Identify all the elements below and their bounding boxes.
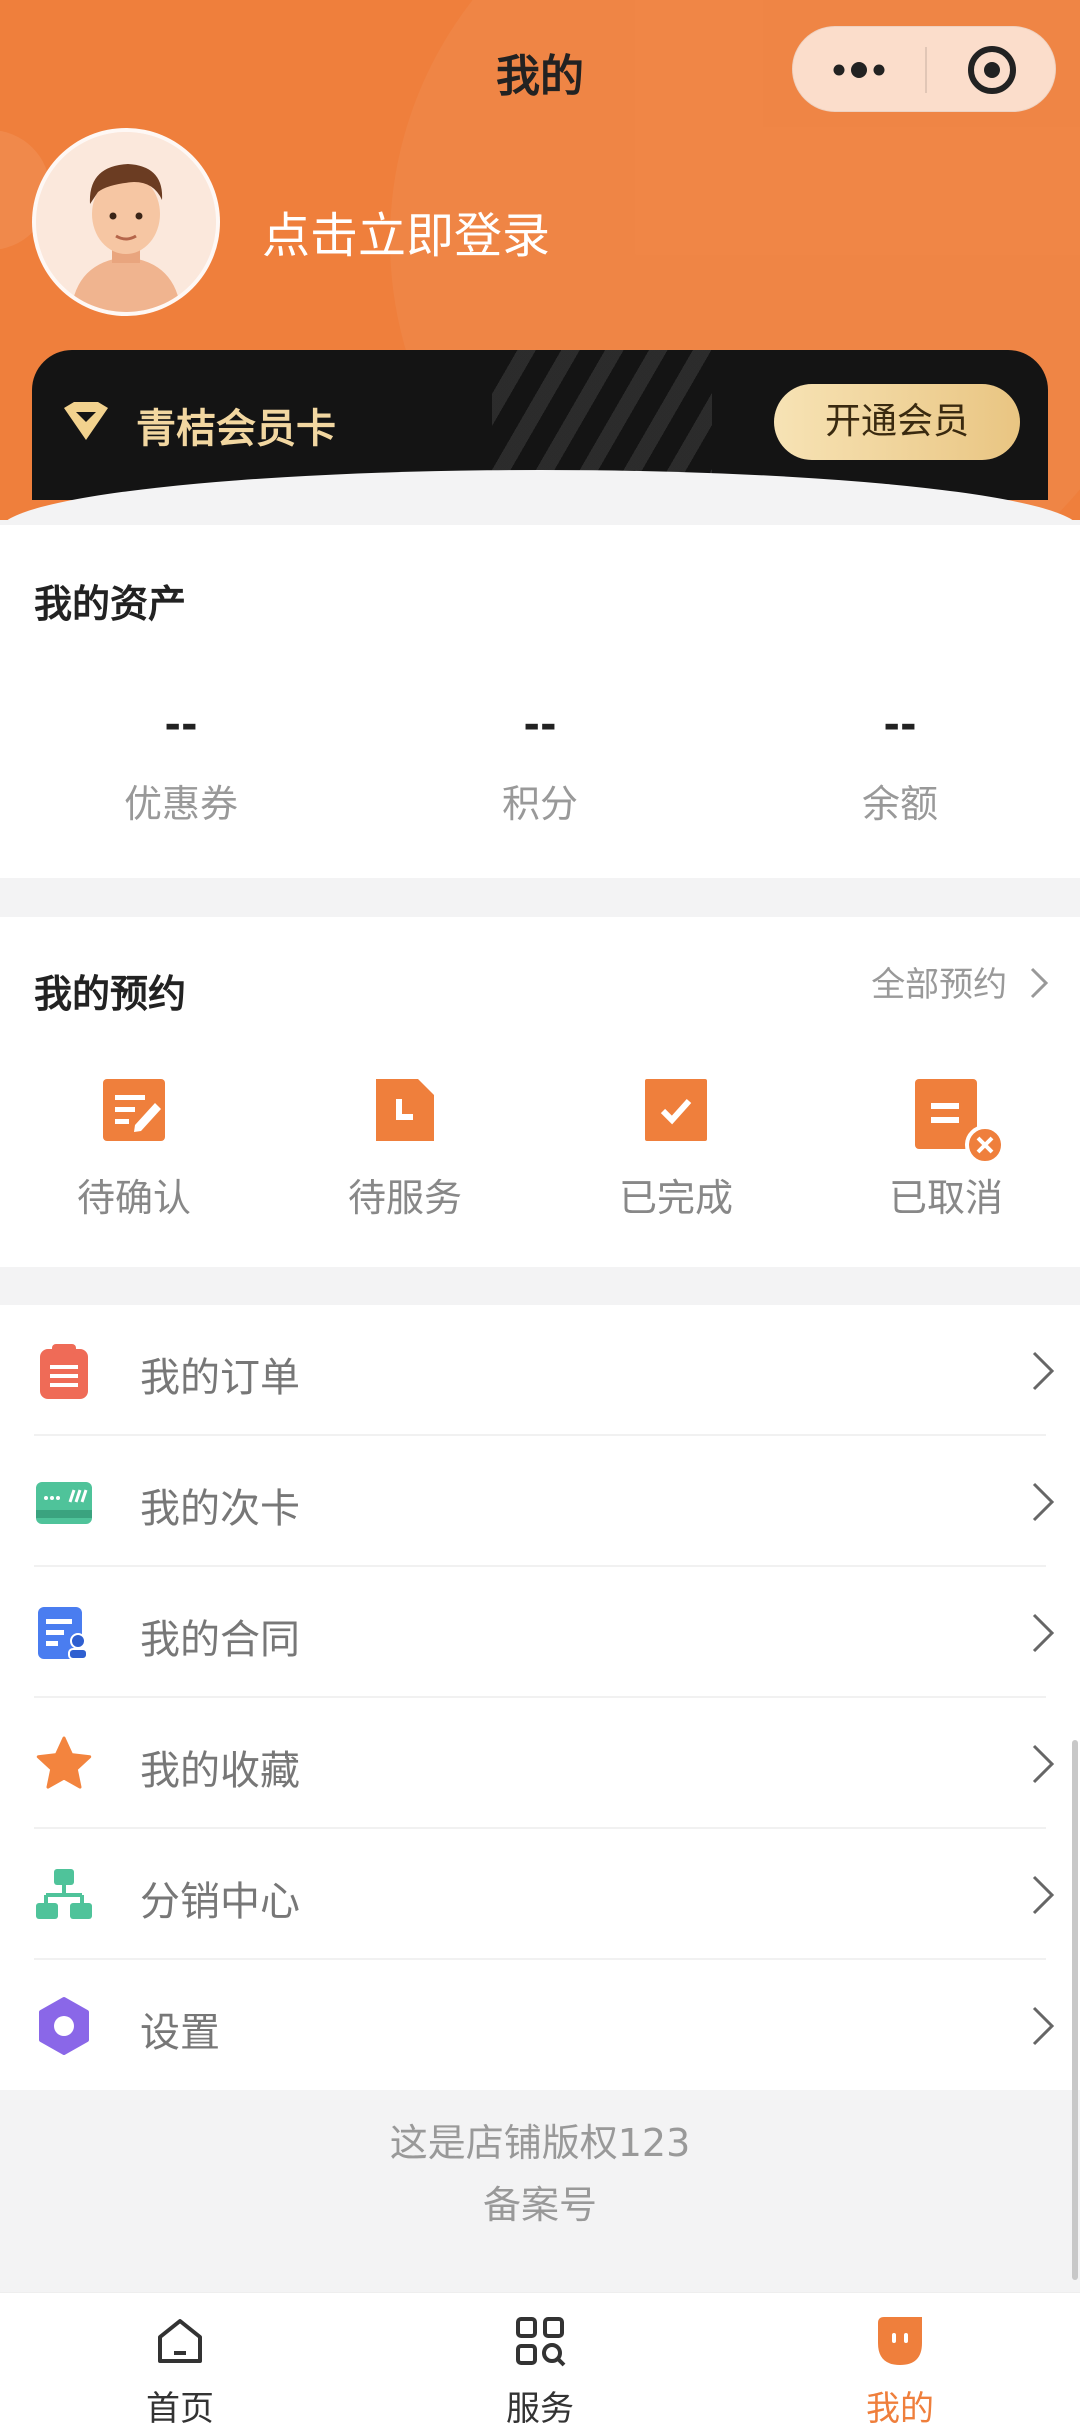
tab-label: 首页 — [146, 2389, 214, 2429]
asset-value: -- — [523, 702, 557, 748]
tab-label: 服务 — [506, 2389, 574, 2429]
my-assets-section: 我的资产 -- 优惠券 -- 积分 -- 余额 — [0, 525, 1080, 878]
tab-profile[interactable]: 我的 — [800, 2293, 1000, 2429]
tab-services[interactable]: 服务 — [440, 2293, 640, 2429]
all-reservations-link[interactable]: 全部预约 — [871, 957, 1050, 1006]
store-footer: 这是店铺版权123 备案号 — [0, 2112, 1080, 2236]
menu-item-contracts[interactable]: 我的合同 — [0, 1567, 1080, 1698]
menu-item-orders[interactable]: 我的订单 — [0, 1305, 1080, 1436]
asset-label: 优惠券 — [123, 782, 238, 826]
reservation-completed[interactable]: 已完成 — [576, 1075, 776, 1222]
reservations-title: 我的预约 — [34, 972, 187, 1016]
user-avatar-icon — [36, 132, 216, 312]
edit-document-icon — [103, 1079, 165, 1141]
vip-card-name: 青桔会员卡 — [136, 406, 336, 452]
menu-item-settings[interactable]: 设置 — [0, 1960, 1080, 2091]
asset-value: -- — [164, 702, 198, 748]
more-button[interactable] — [793, 27, 925, 113]
pending-document-icon — [376, 1079, 434, 1141]
menu-label: 我的合同 — [140, 1617, 300, 1663]
asset-value: -- — [883, 702, 917, 748]
menu-label: 我的次卡 — [140, 1486, 300, 1532]
chevron-right-icon — [1032, 2006, 1055, 2046]
card-icon — [36, 1482, 92, 1524]
all-reservations-label: 全部预约 — [871, 965, 1008, 1005]
target-close-icon — [968, 46, 1016, 94]
order-list-icon — [40, 1344, 88, 1399]
check-document-icon — [645, 1079, 707, 1141]
asset-label: 余额 — [861, 782, 938, 826]
asset-coupons[interactable]: -- 优惠券 — [81, 695, 281, 828]
bottom-tab-bar: 首页 服务 我的 — [0, 2292, 1080, 2429]
chevron-right-icon — [1032, 1744, 1055, 1784]
contract-icon — [38, 1607, 88, 1660]
chevron-right-icon — [1030, 967, 1049, 999]
tab-label: 我的 — [866, 2389, 934, 2429]
menu-label: 我的订单 — [140, 1355, 300, 1401]
reservation-label: 待服务 — [347, 1176, 462, 1220]
org-chart-icon — [36, 1869, 92, 1919]
menu-list: 我的订单 我的次卡 我的合同 我的收藏 分销中心 设置 — [0, 1305, 1080, 2090]
services-grid-icon — [516, 2317, 566, 2367]
chevron-right-icon — [1032, 1875, 1055, 1915]
more-dots-icon — [833, 62, 885, 78]
asset-balance[interactable]: -- 余额 — [800, 695, 1000, 828]
menu-label: 我的收藏 — [140, 1748, 300, 1794]
login-prompt[interactable]: 点击立即登录 — [262, 196, 550, 266]
profile-face-icon — [878, 2317, 922, 2365]
profile-header: 我的 点击立即登录 青桔会员卡 开通会员 — [0, 0, 1080, 520]
reservation-label: 已完成 — [618, 1176, 733, 1220]
mini-program-capsule — [792, 26, 1056, 112]
asset-points[interactable]: -- 积分 — [440, 695, 640, 828]
reservation-pending-service[interactable]: 待服务 — [305, 1075, 505, 1222]
tab-home[interactable]: 首页 — [80, 2293, 280, 2429]
cancel-document-icon — [915, 1079, 1005, 1165]
reservation-cancelled[interactable]: 已取消 — [846, 1075, 1046, 1222]
record-number: 备案号 — [482, 2183, 597, 2227]
reservation-label: 待确认 — [76, 1176, 191, 1220]
star-icon — [36, 1736, 92, 1789]
copyright-text: 这是店铺版权123 — [389, 2121, 691, 2165]
menu-item-cards[interactable]: 我的次卡 — [0, 1436, 1080, 1567]
avatar[interactable] — [32, 128, 220, 316]
reservation-pending-confirm[interactable]: 待确认 — [34, 1075, 234, 1222]
asset-label: 积分 — [501, 782, 578, 826]
assets-title: 我的资产 — [34, 582, 187, 626]
menu-label: 设置 — [140, 2010, 220, 2056]
home-icon — [158, 2319, 202, 2363]
reservation-label: 已取消 — [888, 1176, 1003, 1220]
open-membership-button[interactable]: 开通会员 — [774, 384, 1020, 460]
chevron-right-icon — [1032, 1351, 1055, 1391]
settings-hexagon-icon — [39, 1997, 89, 2055]
chevron-right-icon — [1032, 1613, 1055, 1653]
close-button[interactable] — [927, 27, 1057, 113]
menu-label: 分销中心 — [140, 1879, 300, 1925]
menu-item-favorites[interactable]: 我的收藏 — [0, 1698, 1080, 1829]
my-reservations-section: 我的预约 全部预约 待确认 待服务 已完成 已取消 — [0, 917, 1080, 1267]
menu-item-distribution[interactable]: 分销中心 — [0, 1829, 1080, 1960]
scrollbar[interactable] — [1072, 1740, 1078, 2280]
diamond-icon — [64, 402, 108, 440]
chevron-right-icon — [1032, 1482, 1055, 1522]
